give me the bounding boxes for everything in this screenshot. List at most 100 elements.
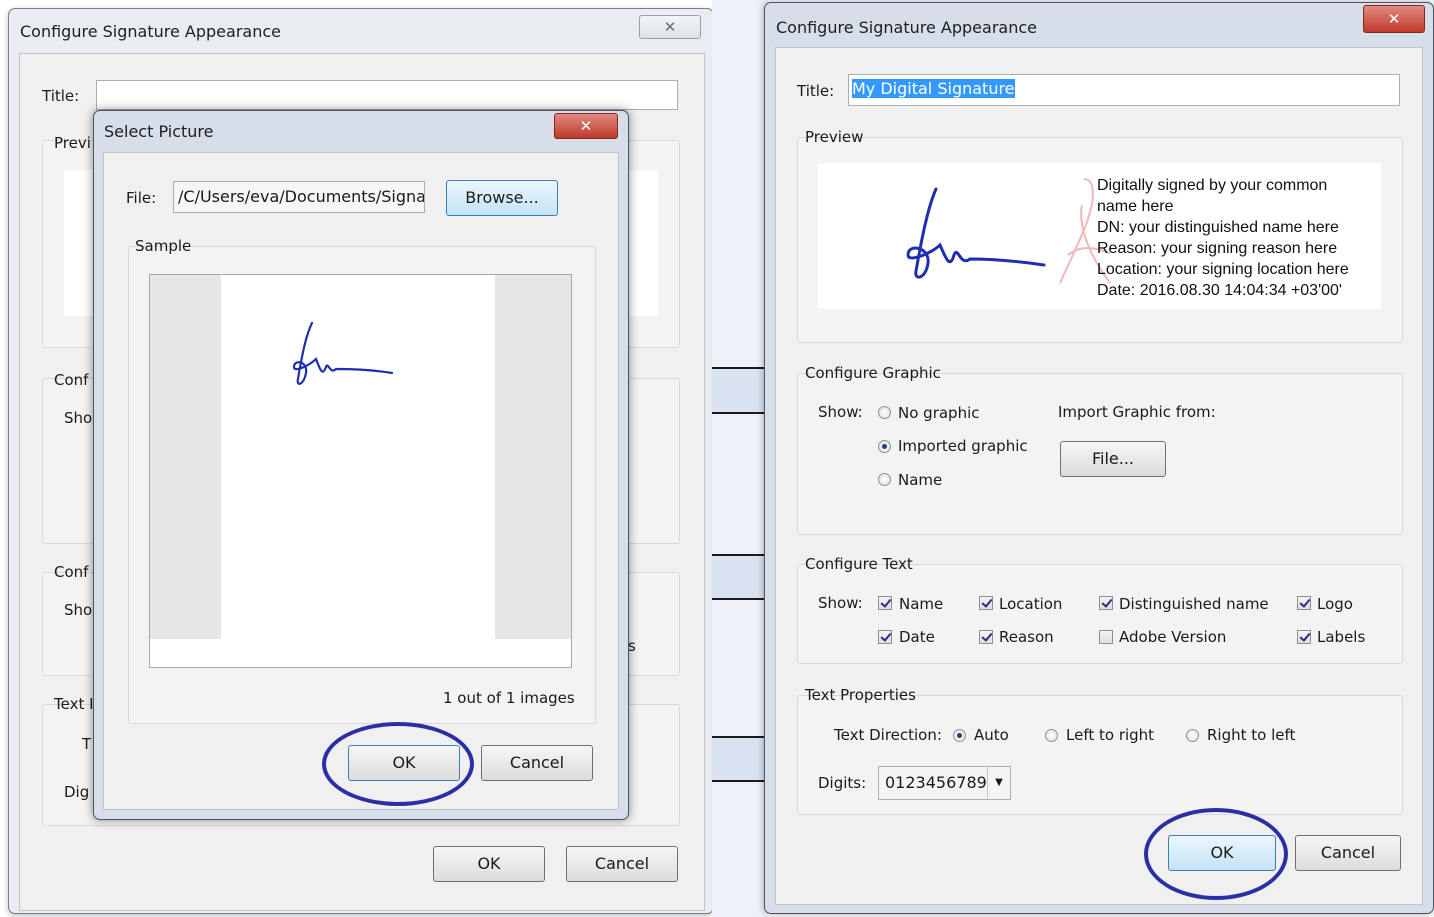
- left-to-right-label: Left to right: [1066, 726, 1155, 744]
- connector-line: [712, 736, 768, 738]
- preview-signature-image: [906, 187, 1046, 279]
- text-properties-label: Text Properties: [805, 686, 916, 704]
- configure-text-group: [797, 564, 1403, 664]
- graphic-show-label: Show:: [818, 403, 863, 421]
- background-band: [712, 736, 768, 780]
- preview-text-block: Digitally signed by your common name her…: [1097, 175, 1349, 301]
- text-direction-label: Text Direction:: [834, 726, 942, 744]
- preview-box: Digitally signed by your common name her…: [818, 163, 1381, 309]
- adobe-version-checkbox[interactable]: [1099, 630, 1113, 644]
- sample-left-margin: [150, 275, 221, 639]
- right-to-left-radio[interactable]: [1186, 729, 1199, 742]
- cancel-button[interactable]: Cancel: [566, 846, 678, 882]
- text-properties-label-partial: Text I: [54, 695, 94, 713]
- digits-label-partial: Dig: [64, 783, 90, 801]
- cancel-button-label: Cancel: [1320, 843, 1376, 862]
- labels-checkbox[interactable]: [1297, 630, 1311, 644]
- show-label-partial: Sho: [64, 409, 93, 427]
- logo-checkbox-label: Logo: [1317, 595, 1353, 613]
- file-path-input[interactable]: /C/Users/eva/Documents/Signatu: [173, 181, 425, 213]
- import-graphic-label: Import Graphic from:: [1058, 403, 1216, 421]
- configure-text-label: Configure Text: [805, 555, 913, 573]
- configure-graphic-label: Configure Graphic: [805, 364, 941, 382]
- digits-label: Digits:: [818, 774, 867, 792]
- annotation-circle: [1144, 808, 1288, 900]
- connector-line: [712, 780, 768, 782]
- text-direction-label-partial: T: [82, 735, 92, 753]
- sample-frame: [149, 274, 572, 668]
- distinguished-name-checkbox-label: Distinguished name: [1119, 595, 1269, 613]
- connector-line: [712, 367, 768, 369]
- title-field-label: Title:: [42, 87, 80, 105]
- file-label: File:: [126, 189, 157, 207]
- connector-line: [712, 598, 768, 600]
- cancel-button-label: Cancel: [594, 854, 650, 873]
- connector-line: [712, 412, 768, 414]
- distinguished-name-checkbox[interactable]: [1099, 596, 1113, 610]
- title-input[interactable]: My Digital Signature: [848, 74, 1400, 106]
- file-button[interactable]: File...: [1060, 441, 1166, 477]
- reason-checkbox-label: Reason: [999, 628, 1054, 646]
- auto-direction-radio[interactable]: [953, 729, 966, 742]
- partial-s: s: [628, 637, 636, 655]
- title-input-value: My Digital Signature: [852, 79, 1015, 98]
- no-graphic-label: No graphic: [898, 404, 980, 422]
- signature-image: [292, 321, 394, 385]
- dialog-title: Configure Signature Appearance: [776, 18, 1037, 37]
- title-input[interactable]: [96, 80, 678, 110]
- cancel-button[interactable]: Cancel: [481, 745, 593, 781]
- cancel-button-label: Cancel: [509, 753, 565, 772]
- preview-text-line: Date: 2016.08.30 14:04:34 +03'00': [1097, 282, 1342, 299]
- location-checkbox-label: Location: [999, 595, 1063, 613]
- sample-right-margin: [495, 275, 571, 639]
- cancel-button[interactable]: Cancel: [1295, 835, 1401, 871]
- date-checkbox-label: Date: [899, 628, 935, 646]
- text-show-label: Show:: [818, 594, 863, 612]
- browse-button[interactable]: Browse...: [446, 180, 558, 216]
- logo-checkbox[interactable]: [1297, 596, 1311, 610]
- close-icon[interactable]: ✕: [554, 113, 618, 139]
- no-graphic-radio[interactable]: [878, 406, 891, 419]
- close-icon[interactable]: ✕: [1363, 5, 1425, 33]
- name-checkbox[interactable]: [878, 596, 892, 610]
- preview-label: Preview: [805, 128, 864, 146]
- browse-button-label: Browse...: [465, 188, 539, 207]
- imported-graphic-radio[interactable]: [878, 440, 891, 453]
- ok-button[interactable]: OK: [433, 846, 545, 882]
- name-graphic-radio[interactable]: [878, 473, 891, 486]
- annotation-circle: [322, 722, 474, 806]
- preview-text-line: Reason: your signing reason here: [1097, 240, 1338, 257]
- configure-text-label-partial: Conf: [54, 563, 89, 581]
- digits-select[interactable]: 0123456789 ▼: [878, 766, 1011, 800]
- background-band: [712, 368, 768, 412]
- labels-checkbox-label: Labels: [1317, 628, 1366, 646]
- preview-label-partial: Previ: [54, 134, 91, 152]
- location-checkbox[interactable]: [979, 596, 993, 610]
- chevron-down-icon[interactable]: ▼: [987, 767, 1010, 799]
- dialog-title: Configure Signature Appearance: [20, 22, 281, 41]
- title-label: Title:: [797, 82, 835, 100]
- left-to-right-radio[interactable]: [1045, 729, 1058, 742]
- name-checkbox-label: Name: [899, 595, 944, 613]
- background-band: [712, 556, 768, 600]
- dialog-title: Select Picture: [104, 122, 214, 141]
- reason-checkbox[interactable]: [979, 630, 993, 644]
- imported-graphic-label: Imported graphic: [898, 437, 1028, 455]
- file-button-label: File...: [1091, 449, 1135, 468]
- auto-direction-label: Auto: [974, 726, 1009, 744]
- preview-text-line: Digitally signed by your common: [1097, 177, 1328, 194]
- ok-button-label: OK: [477, 854, 501, 873]
- date-checkbox[interactable]: [878, 630, 892, 644]
- show-text-label-partial: Sho: [64, 601, 93, 619]
- right-to-left-label: Right to left: [1207, 726, 1296, 744]
- sample-label: Sample: [135, 237, 192, 255]
- preview-text-line: name here: [1097, 198, 1174, 215]
- adobe-version-checkbox-label: Adobe Version: [1119, 628, 1227, 646]
- preview-text-line: Location: your signing location here: [1097, 261, 1349, 278]
- close-icon[interactable]: ✕: [639, 15, 701, 39]
- image-count: 1 out of 1 images: [443, 689, 575, 707]
- digits-select-value: 0123456789: [885, 773, 987, 792]
- configure-graphic-label-partial: Conf: [54, 371, 89, 389]
- connector-line: [712, 554, 768, 556]
- preview-text-line: DN: your distinguished name here: [1097, 219, 1339, 236]
